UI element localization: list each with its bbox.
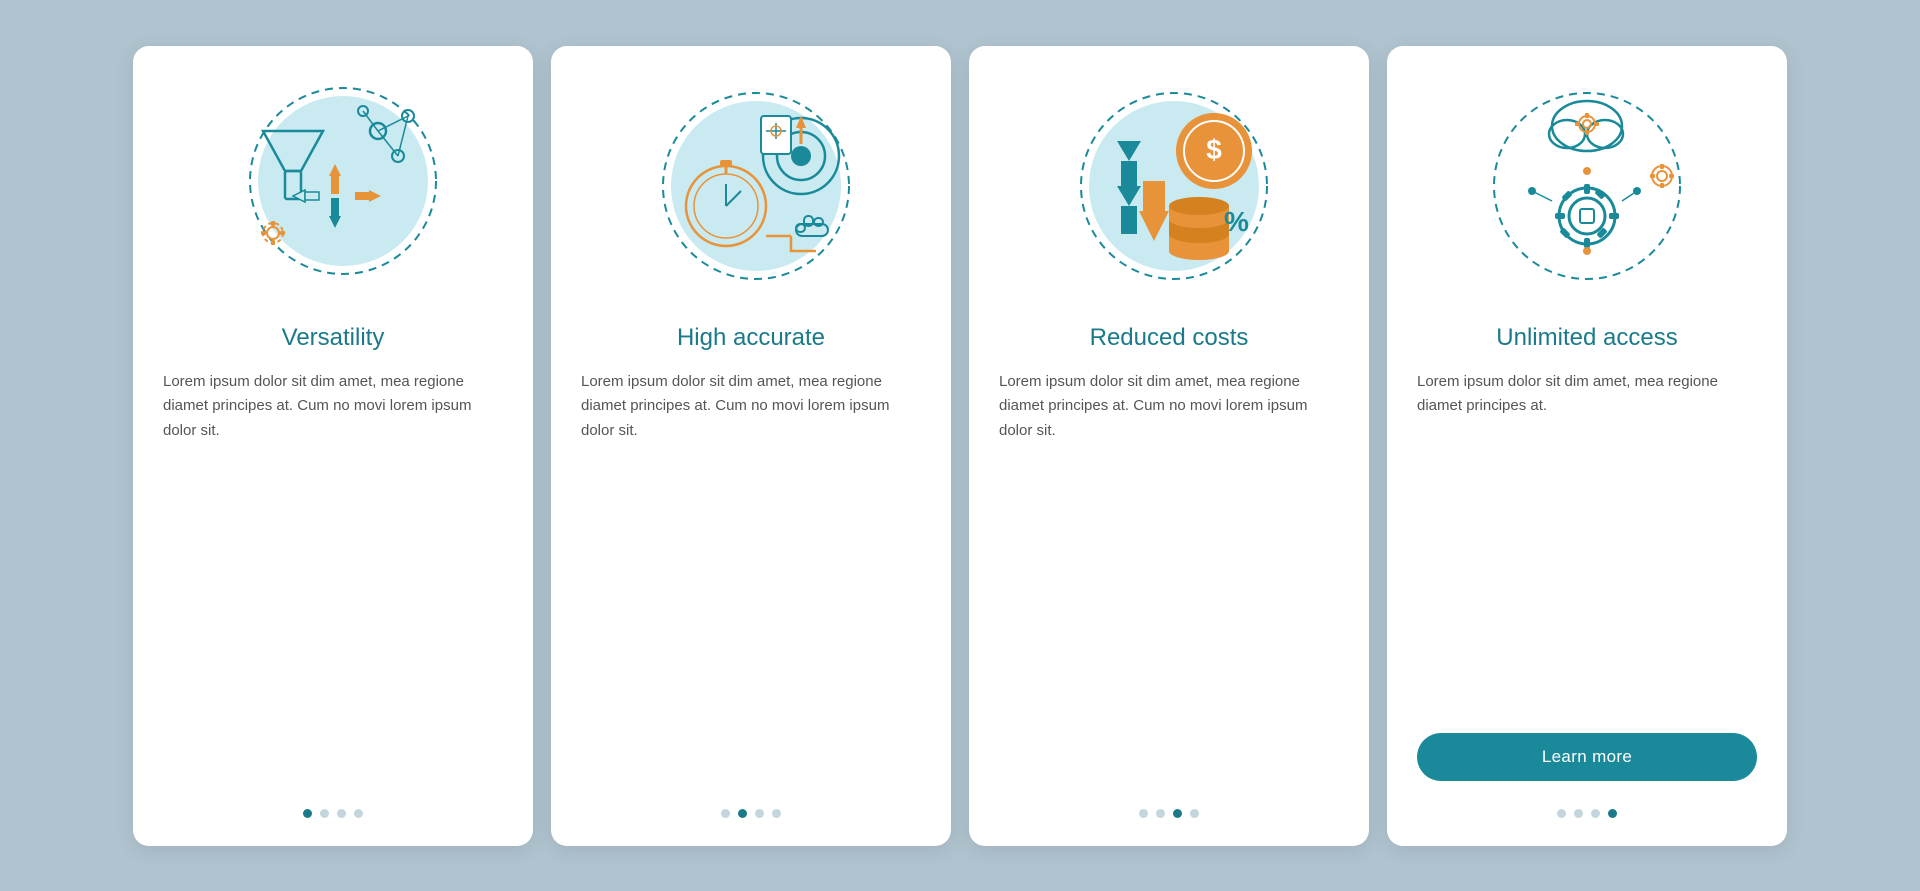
- card-text-unlimited-access: Lorem ipsum dolor sit dim amet, mea regi…: [1417, 370, 1757, 715]
- dot-2: [1156, 809, 1165, 818]
- card-versatility: Versatility Lorem ipsum dolor sit dim am…: [133, 46, 533, 846]
- card-text-versatility: Lorem ipsum dolor sit dim amet, mea regi…: [163, 370, 503, 785]
- cards-container: Versatility Lorem ipsum dolor sit dim am…: [103, 16, 1817, 876]
- dot-4: [1608, 809, 1617, 818]
- illustration-versatility: [223, 76, 443, 296]
- svg-text:%: %: [1224, 206, 1249, 237]
- dot-4: [772, 809, 781, 818]
- card-title-high-accurate: High accurate: [581, 324, 921, 352]
- card-title-unlimited-access: Unlimited access: [1417, 324, 1757, 352]
- dot-1: [303, 809, 312, 818]
- dot-3: [337, 809, 346, 818]
- dots-versatility: [303, 809, 363, 818]
- illustration-reduced-costs: $ %: [1059, 76, 1279, 296]
- card-title-versatility: Versatility: [163, 324, 503, 352]
- card-text-reduced-costs: Lorem ipsum dolor sit dim amet, mea regi…: [999, 370, 1339, 785]
- dot-3: [1173, 809, 1182, 818]
- dots-unlimited-access: [1557, 809, 1617, 818]
- illustration-high-accurate: [641, 76, 861, 296]
- dot-2: [1574, 809, 1583, 818]
- dot-3: [755, 809, 764, 818]
- dots-high-accurate: [721, 809, 781, 818]
- illustration-unlimited-access: [1477, 76, 1697, 296]
- dot-2: [738, 809, 747, 818]
- dots-reduced-costs: [1139, 809, 1199, 818]
- dot-4: [1190, 809, 1199, 818]
- dot-1: [1557, 809, 1566, 818]
- dot-2: [320, 809, 329, 818]
- dot-3: [1591, 809, 1600, 818]
- dot-1: [721, 809, 730, 818]
- card-high-accurate: High accurate Lorem ipsum dolor sit dim …: [551, 46, 951, 846]
- dot-1: [1139, 809, 1148, 818]
- card-text-high-accurate: Lorem ipsum dolor sit dim amet, mea regi…: [581, 370, 921, 785]
- dot-4: [354, 809, 363, 818]
- card-reduced-costs: $ % Reduced costs L: [969, 46, 1369, 846]
- card-unlimited-access: Unlimited access Lorem ipsum dolor sit d…: [1387, 46, 1787, 846]
- learn-more-button[interactable]: Learn more: [1417, 733, 1757, 781]
- card-title-reduced-costs: Reduced costs: [999, 324, 1339, 352]
- svg-text:$: $: [1206, 134, 1222, 165]
